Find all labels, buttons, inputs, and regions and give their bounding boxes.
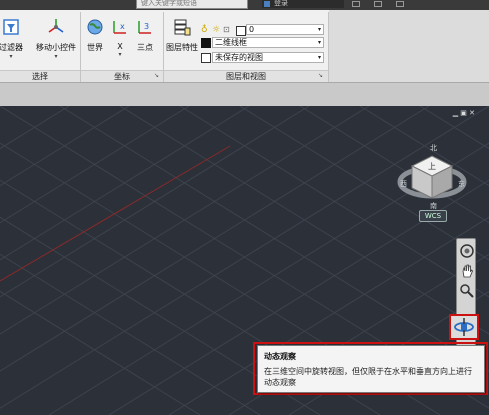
move-gizmo-icon xyxy=(48,19,64,33)
ucs-world-label: 世界 xyxy=(87,43,103,52)
wcs-menu[interactable]: WCS xyxy=(419,210,447,222)
svg-text:西: 西 xyxy=(400,180,407,188)
file-tab-bar xyxy=(0,82,489,108)
move-gizmo-button[interactable]: 移动小控件 ▾ xyxy=(34,18,78,60)
dialog-launcher-icon[interactable]: ↘ xyxy=(318,72,323,79)
ucs-x-button[interactable]: x X ▾ xyxy=(110,18,130,58)
sign-in-label: 登录 xyxy=(274,0,288,7)
search-input[interactable]: 键入关键字或短语 xyxy=(136,0,248,9)
user-icon xyxy=(264,1,270,7)
svg-text:东: 东 xyxy=(458,179,465,188)
maximize-button[interactable] xyxy=(374,1,382,7)
ucs-3point-label: 三点 xyxy=(137,43,153,52)
visual-style-value: 二维线框 xyxy=(215,38,247,47)
layer-dropdown[interactable]: 0 ▾ xyxy=(246,24,324,35)
orbit-tooltip: 动态观察 在三维空间中旋转视图，但仅限于在水平和垂直方向上进行动态观察 xyxy=(257,345,485,393)
search-placeholder: 键入关键字或短语 xyxy=(141,0,197,7)
globe-icon xyxy=(87,19,103,35)
chevron-down-icon: ▾ xyxy=(54,53,58,60)
visual-style-icon xyxy=(201,38,211,48)
wcs-label: WCS xyxy=(424,212,442,220)
viewcube-face-label: 上 xyxy=(428,162,436,171)
title-bar: 键入关键字或短语 登录 xyxy=(0,0,489,10)
orbit-icon xyxy=(454,318,474,336)
lock-icon[interactable]: ⊡ xyxy=(223,25,235,36)
dialog-launcher-icon[interactable]: ↘ xyxy=(154,72,159,79)
named-view-icon xyxy=(201,53,211,63)
filter-button[interactable]: 过滤器 ▾ xyxy=(0,18,26,60)
chevron-down-icon: ▾ xyxy=(118,51,122,58)
ucs-x-label: X xyxy=(117,42,123,51)
ribbon-empty-area xyxy=(329,10,489,82)
steering-wheel-icon[interactable] xyxy=(459,243,475,259)
filter-label: 过滤器 xyxy=(0,43,23,52)
ucs-3point-icon: 3 xyxy=(138,21,151,34)
svg-text:南: 南 xyxy=(430,201,437,210)
tooltip-description: 在三维空间中旋转视图，但仅限于在水平和垂直方向上进行动态观察 xyxy=(264,367,472,387)
close-button[interactable] xyxy=(396,1,404,7)
sign-in-button[interactable]: 登录 xyxy=(262,0,344,8)
minimize-button[interactable] xyxy=(352,1,360,7)
panel-divider xyxy=(328,12,329,82)
svg-text:3: 3 xyxy=(144,22,149,31)
named-view-dropdown[interactable]: 未保存的视图 ▾ xyxy=(212,52,324,63)
visual-style-dropdown[interactable]: 二维线框 ▾ xyxy=(212,37,324,48)
chevron-down-icon: ▾ xyxy=(317,39,321,46)
tooltip-title: 动态观察 xyxy=(264,352,296,361)
zoom-icon[interactable] xyxy=(459,283,475,299)
svg-text:北: 北 xyxy=(430,144,437,152)
layer-properties-label: 图层特性 xyxy=(166,43,198,52)
chevron-down-icon: ▾ xyxy=(9,53,13,60)
ucs-x-icon: x xyxy=(113,21,126,34)
move-gizmo-label: 移动小控件 xyxy=(36,43,76,52)
chevron-down-icon: ▾ xyxy=(317,26,321,33)
layer-stack-icon xyxy=(174,19,191,36)
layer-color-swatch[interactable] xyxy=(236,26,246,36)
filter-icon xyxy=(3,19,19,35)
layer-properties-button[interactable]: 图层特性 xyxy=(165,18,199,53)
layer-dropdown-value: 0 xyxy=(249,25,255,34)
orbit-button[interactable] xyxy=(449,314,479,340)
named-view-value: 未保存的视图 xyxy=(215,53,263,62)
viewport-controls[interactable]: ▁ ▣ ✕ xyxy=(453,109,475,117)
svg-text:x: x xyxy=(120,22,125,31)
chevron-down-icon: ▾ xyxy=(317,54,321,61)
viewcube[interactable]: 上 北 西 东 南 xyxy=(396,142,470,212)
ucs-world-button[interactable]: 世界 xyxy=(84,18,106,53)
ucs-3point-button[interactable]: 3 三点 xyxy=(134,18,156,53)
drawing-viewport[interactable]: ▁ ▣ ✕ 上 北 西 东 南 WCS 动态观察 在三维空间中旋转视图，但仅限于… xyxy=(0,106,489,415)
pan-hand-icon[interactable] xyxy=(459,263,475,279)
window-controls xyxy=(352,0,410,8)
